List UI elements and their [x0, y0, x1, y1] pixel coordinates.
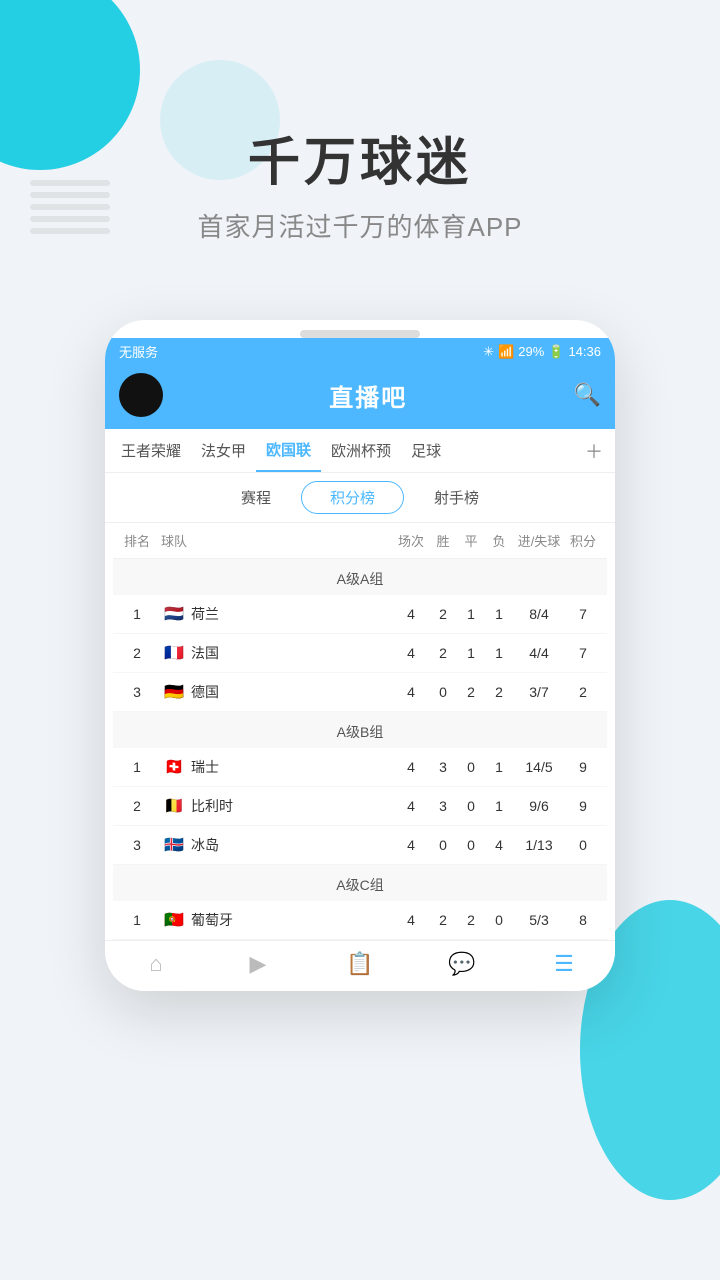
flag-switzerland: 🇨🇭 [161, 758, 187, 776]
tab-ouzhoubei[interactable]: 欧洲杯预 [321, 430, 401, 471]
table-row[interactable]: 1 🇨🇭瑞士 4 3 0 1 14/5 9 [113, 748, 607, 787]
table-row[interactable]: 2 🇫🇷法国 4 2 1 1 4/4 7 [113, 634, 607, 673]
col-header-team: 球队 [155, 531, 393, 550]
news-icon: 📋 [346, 951, 373, 977]
bottom-nav-more[interactable]: ☰ [513, 951, 615, 979]
tab-wangzhe[interactable]: 王者荣耀 [111, 430, 191, 471]
page-subtitle: 首家月活过千万的体育APP [0, 207, 720, 244]
status-bar: 无服务 ✳ 📶 29% 🔋 14:36 [105, 338, 615, 365]
app-header: 直播吧 🔍 [105, 365, 615, 429]
table-row[interactable]: 1 🇵🇹葡萄牙 4 2 2 0 5/3 8 [113, 901, 607, 940]
col-header-win: 胜 [429, 531, 457, 550]
page-header: 千万球迷 首家月活过千万的体育APP [0, 0, 720, 244]
play-icon: ▶ [250, 951, 267, 977]
bottom-nav-comment[interactable]: 💬 [411, 951, 513, 979]
nav-add-icon[interactable]: ＋ [579, 438, 609, 464]
tab-zuqiu[interactable]: 足球 [401, 430, 451, 471]
wifi-icon: 📶 [498, 344, 514, 360]
standings-table: 排名 球队 场次 胜 平 负 进/失球 积分 A级A组 1 🇳🇱荷兰 4 2 1… [105, 523, 615, 940]
home-icon: ⌂ [149, 951, 162, 977]
status-right: ✳ 📶 29% 🔋 14:36 [483, 344, 601, 360]
search-icon[interactable]: 🔍 [574, 382, 601, 408]
bottom-nav-home[interactable]: ⌂ [105, 951, 207, 979]
flag-iceland: 🇮🇸 [161, 836, 187, 854]
col-header-pts: 积分 [565, 531, 601, 550]
table-row[interactable]: 2 🇧🇪比利时 4 3 0 1 9/6 9 [113, 787, 607, 826]
col-header-rank: 排名 [119, 531, 155, 550]
col-header-gd: 进/失球 [513, 531, 565, 550]
phone-mockup: 无服务 ✳ 📶 29% 🔋 14:36 直播吧 🔍 王者荣耀 法女甲 欧国联 欧… [105, 320, 615, 991]
phone-notch [300, 330, 420, 338]
flag-belgium: 🇧🇪 [161, 797, 187, 815]
page-title: 千万球迷 [0, 120, 720, 195]
battery-level: 29% [518, 344, 544, 359]
table-row[interactable]: 1 🇳🇱荷兰 4 2 1 1 8/4 7 [113, 595, 607, 634]
app-logo[interactable] [119, 373, 163, 417]
tab-ouguolian[interactable]: 欧国联 [256, 429, 321, 472]
flag-netherlands: 🇳🇱 [161, 605, 187, 623]
group-header-c: A级C组 [113, 865, 607, 901]
tab-fanvjia[interactable]: 法女甲 [191, 430, 256, 471]
status-time: 14:36 [568, 344, 601, 359]
table-row[interactable]: 3 🇮🇸冰岛 4 0 0 4 1/13 0 [113, 826, 607, 865]
bottom-nav: ⌂ ▶ 📋 💬 ☰ [105, 940, 615, 991]
subnav-standings[interactable]: 积分榜 [301, 481, 404, 514]
nav-tabs: 王者荣耀 法女甲 欧国联 欧洲杯预 足球 ＋ [105, 429, 615, 473]
col-header-draw: 平 [457, 531, 485, 550]
battery-icon: 🔋 [548, 344, 564, 360]
bottom-nav-live[interactable]: ▶ [207, 951, 309, 979]
menu-icon: ☰ [554, 951, 574, 977]
group-header-b: A级B组 [113, 712, 607, 748]
table-row[interactable]: 3 🇩🇪德国 4 0 2 2 3/7 2 [113, 673, 607, 712]
flag-portugal: 🇵🇹 [161, 911, 187, 929]
subnav-schedule[interactable]: 赛程 [211, 481, 301, 514]
bottom-nav-news[interactable]: 📋 [309, 951, 411, 979]
app-title: 直播吧 [329, 378, 407, 413]
comment-icon: 💬 [448, 951, 475, 977]
sub-nav: 赛程 积分榜 射手榜 [105, 473, 615, 523]
flag-france: 🇫🇷 [161, 644, 187, 662]
flag-germany: 🇩🇪 [161, 683, 187, 701]
bluetooth-icon: ✳ [483, 344, 494, 360]
table-header-row: 排名 球队 场次 胜 平 负 进/失球 积分 [113, 523, 607, 559]
col-header-lose: 负 [485, 531, 513, 550]
status-no-service: 无服务 [119, 342, 158, 361]
subnav-topscorer[interactable]: 射手榜 [404, 481, 509, 514]
group-header-a: A级A组 [113, 559, 607, 595]
col-header-played: 场次 [393, 531, 429, 550]
